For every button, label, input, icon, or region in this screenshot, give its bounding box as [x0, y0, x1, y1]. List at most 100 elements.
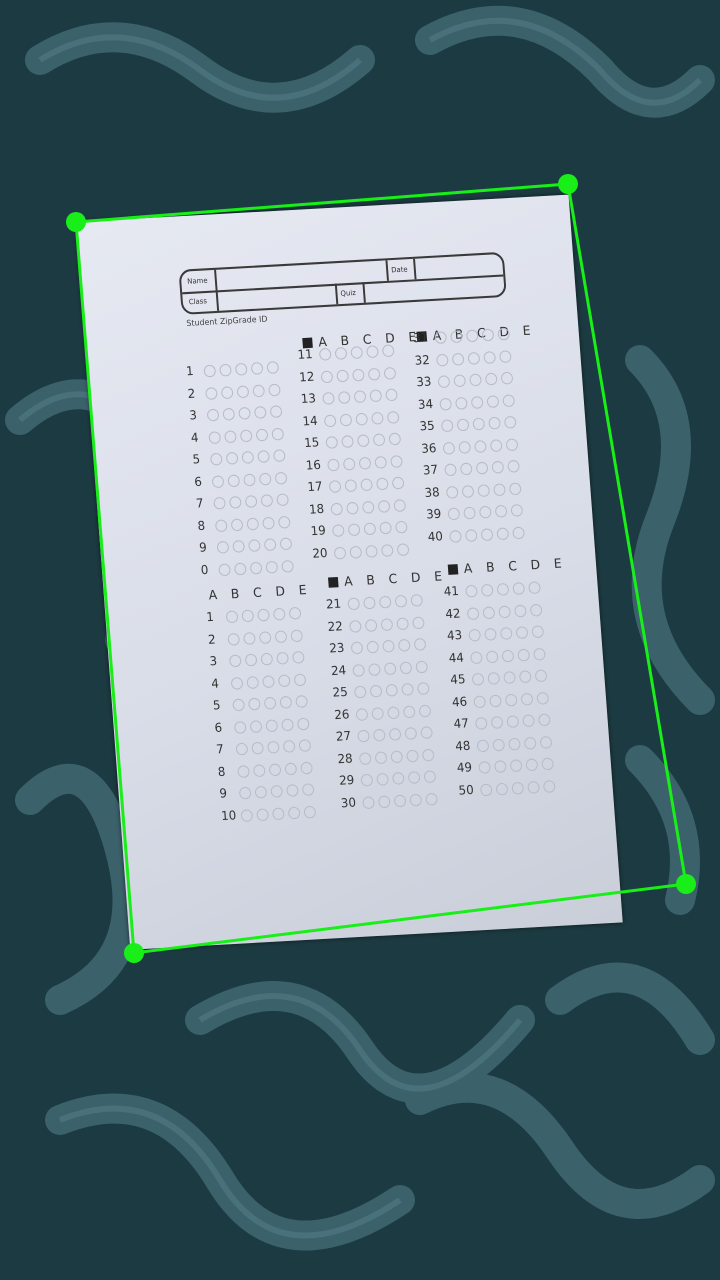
- answer-bubble[interactable]: [355, 707, 369, 721]
- answer-bubble[interactable]: [349, 545, 363, 559]
- id-digit-bubble[interactable]: [230, 517, 244, 531]
- answer-bubble[interactable]: [322, 391, 335, 405]
- id-digit-bubble[interactable]: [241, 450, 255, 464]
- id-digit-bubble[interactable]: [257, 450, 270, 464]
- answer-bubble[interactable]: [271, 806, 285, 820]
- answer-bubble[interactable]: [363, 522, 377, 536]
- answer-bubble[interactable]: [534, 669, 548, 683]
- crop-handle-bottom-right[interactable]: [676, 874, 696, 894]
- id-digit-bubble[interactable]: [208, 430, 222, 444]
- answer-bubble[interactable]: [238, 786, 252, 800]
- answer-bubble[interactable]: [282, 739, 296, 753]
- id-digit-bubble[interactable]: [209, 452, 223, 466]
- answer-bubble[interactable]: [542, 779, 556, 793]
- answer-bubble[interactable]: [301, 783, 315, 797]
- answer-bubble[interactable]: [496, 582, 510, 596]
- answer-bubble[interactable]: [440, 419, 454, 433]
- answer-bubble[interactable]: [478, 505, 492, 519]
- answer-bubble[interactable]: [461, 484, 475, 498]
- answer-bubble[interactable]: [498, 349, 512, 363]
- answer-bubble[interactable]: [423, 770, 437, 784]
- answer-bubble[interactable]: [522, 714, 535, 728]
- answer-bubble[interactable]: [353, 685, 367, 699]
- id-digit-bubble[interactable]: [244, 495, 258, 508]
- answer-bubble[interactable]: [328, 480, 342, 494]
- answer-bubble[interactable]: [496, 526, 510, 540]
- answer-bubble[interactable]: [232, 698, 245, 712]
- answer-bubble[interactable]: [404, 726, 418, 740]
- answer-bubble[interactable]: [469, 373, 482, 387]
- answer-bubble[interactable]: [296, 717, 310, 730]
- answer-bubble[interactable]: [235, 742, 249, 756]
- answer-bubble[interactable]: [352, 368, 365, 382]
- answer-bubble[interactable]: [406, 749, 419, 762]
- answer-bubble[interactable]: [393, 498, 407, 512]
- answer-bubble[interactable]: [374, 750, 388, 764]
- answer-bubble[interactable]: [501, 649, 515, 662]
- answer-bubble[interactable]: [369, 389, 383, 403]
- answer-bubble[interactable]: [257, 608, 270, 622]
- id-digit-bubble[interactable]: [260, 494, 274, 508]
- id-digit-bubble[interactable]: [271, 427, 285, 441]
- answer-bubble[interactable]: [421, 748, 435, 762]
- answer-bubble[interactable]: [483, 350, 496, 364]
- answer-bubble[interactable]: [258, 630, 272, 644]
- answer-bubble[interactable]: [418, 704, 432, 718]
- id-digit-bubble[interactable]: [265, 560, 279, 574]
- answer-bubble[interactable]: [515, 626, 529, 640]
- answer-bubble[interactable]: [477, 483, 491, 497]
- id-digit-bubble[interactable]: [268, 383, 281, 397]
- answer-bubble[interactable]: [376, 772, 389, 786]
- answer-bubble[interactable]: [533, 647, 546, 661]
- answer-bubble[interactable]: [518, 670, 532, 684]
- answer-bubble[interactable]: [320, 369, 334, 383]
- answer-bubble[interactable]: [509, 759, 523, 773]
- answer-bubble[interactable]: [367, 367, 381, 381]
- answer-bubble[interactable]: [455, 396, 468, 410]
- answer-bubble[interactable]: [360, 478, 373, 492]
- answer-bubble[interactable]: [272, 607, 286, 621]
- answer-bubble[interactable]: [348, 619, 362, 633]
- id-digit-bubble[interactable]: [216, 540, 230, 554]
- answer-bubble[interactable]: [267, 740, 280, 754]
- answer-bubble[interactable]: [277, 673, 291, 687]
- answer-bubble[interactable]: [467, 351, 481, 365]
- answer-bubble[interactable]: [372, 728, 386, 742]
- answer-bubble[interactable]: [470, 650, 483, 664]
- answer-bubble[interactable]: [225, 610, 239, 624]
- answer-bubble[interactable]: [390, 749, 404, 763]
- answer-bubble[interactable]: [435, 353, 449, 367]
- answer-bubble[interactable]: [290, 628, 304, 642]
- answer-bubble[interactable]: [468, 628, 482, 642]
- id-digit-bubble[interactable]: [222, 407, 236, 421]
- answer-bubble[interactable]: [480, 527, 494, 541]
- answer-bubble[interactable]: [470, 395, 484, 409]
- id-digit-bubble[interactable]: [266, 361, 280, 374]
- answer-bubble[interactable]: [347, 597, 361, 611]
- answer-bubble[interactable]: [366, 640, 380, 654]
- answer-bubble[interactable]: [489, 438, 503, 452]
- id-digit-bubble[interactable]: [236, 384, 250, 398]
- answer-bubble[interactable]: [480, 583, 494, 597]
- answer-bubble[interactable]: [512, 582, 526, 596]
- answer-bubble[interactable]: [375, 477, 389, 491]
- answer-bubble[interactable]: [402, 704, 416, 718]
- answer-bubble[interactable]: [531, 625, 545, 639]
- id-digit-bubble[interactable]: [227, 473, 241, 487]
- id-digit-bubble[interactable]: [238, 406, 251, 420]
- answer-bubble[interactable]: [346, 501, 359, 515]
- answer-bubble[interactable]: [537, 713, 551, 727]
- id-digit-bubble[interactable]: [281, 559, 294, 573]
- answer-bubble[interactable]: [361, 500, 375, 514]
- answer-bubble[interactable]: [489, 693, 502, 707]
- id-digit-bubble[interactable]: [250, 361, 264, 375]
- answer-bubble[interactable]: [244, 653, 258, 667]
- answer-bubble[interactable]: [390, 454, 403, 468]
- answer-bubble[interactable]: [453, 374, 467, 388]
- answer-bubble[interactable]: [396, 542, 410, 556]
- answer-bubble[interactable]: [353, 390, 367, 404]
- answer-bubble[interactable]: [284, 761, 298, 775]
- answer-bubble[interactable]: [412, 615, 425, 629]
- answer-bubble[interactable]: [352, 663, 366, 677]
- answer-bubble[interactable]: [252, 763, 266, 777]
